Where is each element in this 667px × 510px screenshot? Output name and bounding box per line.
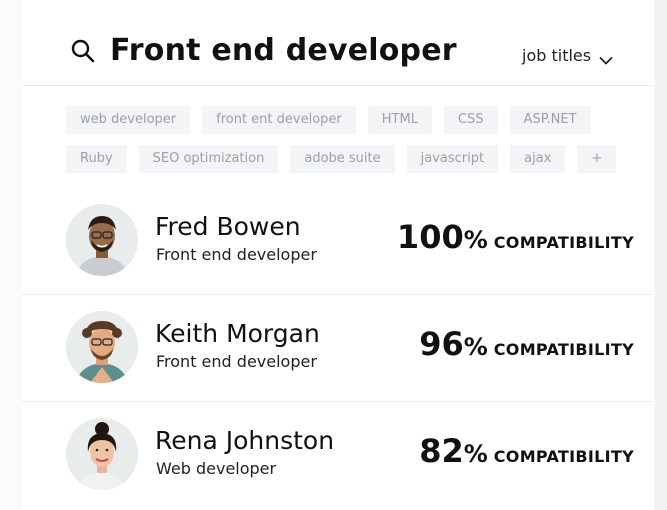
compatibility-value: 82 — [419, 432, 464, 470]
candidate-search-card: Front end developer job titles web devel… — [22, 0, 654, 510]
page-background: Front end developer job titles web devel… — [0, 0, 667, 510]
candidate-row[interactable]: Rena Johnston Web developer 82 % COMPATI… — [22, 402, 654, 509]
tag-html[interactable]: HTML — [367, 106, 432, 134]
page-edge — [655, 0, 667, 510]
search-query[interactable]: Front end developer — [110, 33, 457, 68]
candidate-row[interactable]: Fred Bowen Front end developer 100 % COM… — [22, 188, 654, 295]
avatar — [66, 204, 138, 276]
candidate-job-title: Front end developer — [156, 245, 317, 264]
avatar — [66, 311, 138, 383]
compatibility-score: 100 % COMPATIBILITY — [397, 218, 634, 256]
tag-web-developer[interactable]: web developer — [66, 106, 191, 134]
candidate-job-title: Front end developer — [156, 352, 317, 371]
tag-ruby[interactable]: Ruby — [66, 145, 127, 173]
percent-sign: % — [463, 333, 488, 361]
tag-javascript[interactable]: javascript — [406, 145, 499, 173]
avatar — [66, 418, 138, 490]
tag-css[interactable]: CSS — [443, 106, 498, 134]
tag-asp-net[interactable]: ASP.NET — [509, 106, 591, 134]
search-icon[interactable] — [70, 38, 96, 64]
chevron-down-icon — [599, 51, 613, 64]
search-bar[interactable]: Front end developer job titles — [22, 14, 654, 84]
tag-adobe-suite[interactable]: adobe suite — [290, 145, 395, 173]
percent-sign: % — [463, 226, 488, 254]
job-titles-label: job titles — [522, 46, 592, 65]
compatibility-label: COMPATIBILITY — [493, 340, 634, 359]
header-divider — [22, 85, 654, 86]
tag-seo-optimization[interactable]: SEO optimization — [138, 145, 279, 173]
add-tag-button[interactable]: + — [577, 145, 617, 173]
tag-ajax[interactable]: ajax — [510, 145, 566, 173]
candidate-job-title: Web developer — [156, 459, 277, 478]
skill-tags: web developer front ent developer HTML C… — [66, 106, 646, 184]
percent-sign: % — [463, 440, 488, 468]
compatibility-label: COMPATIBILITY — [493, 233, 634, 252]
tag-row: web developer front ent developer HTML C… — [66, 106, 646, 134]
candidate-name[interactable]: Keith Morgan — [155, 319, 320, 348]
candidate-row[interactable]: Keith Morgan Front end developer 96 % CO… — [22, 295, 654, 402]
candidate-name[interactable]: Rena Johnston — [155, 426, 334, 455]
compatibility-score: 96 % COMPATIBILITY — [419, 325, 634, 363]
compatibility-label: COMPATIBILITY — [493, 447, 634, 466]
candidate-name[interactable]: Fred Bowen — [155, 212, 301, 241]
candidate-list: Fred Bowen Front end developer 100 % COM… — [22, 188, 654, 509]
tag-front-end-developer[interactable]: front ent developer — [202, 106, 356, 134]
compatibility-value: 96 — [419, 325, 464, 363]
job-titles-dropdown[interactable]: job titles — [522, 46, 613, 65]
compatibility-value: 100 — [396, 218, 464, 256]
tag-row: Ruby SEO optimization adobe suite javasc… — [66, 145, 646, 173]
compatibility-score: 82 % COMPATIBILITY — [419, 432, 634, 470]
